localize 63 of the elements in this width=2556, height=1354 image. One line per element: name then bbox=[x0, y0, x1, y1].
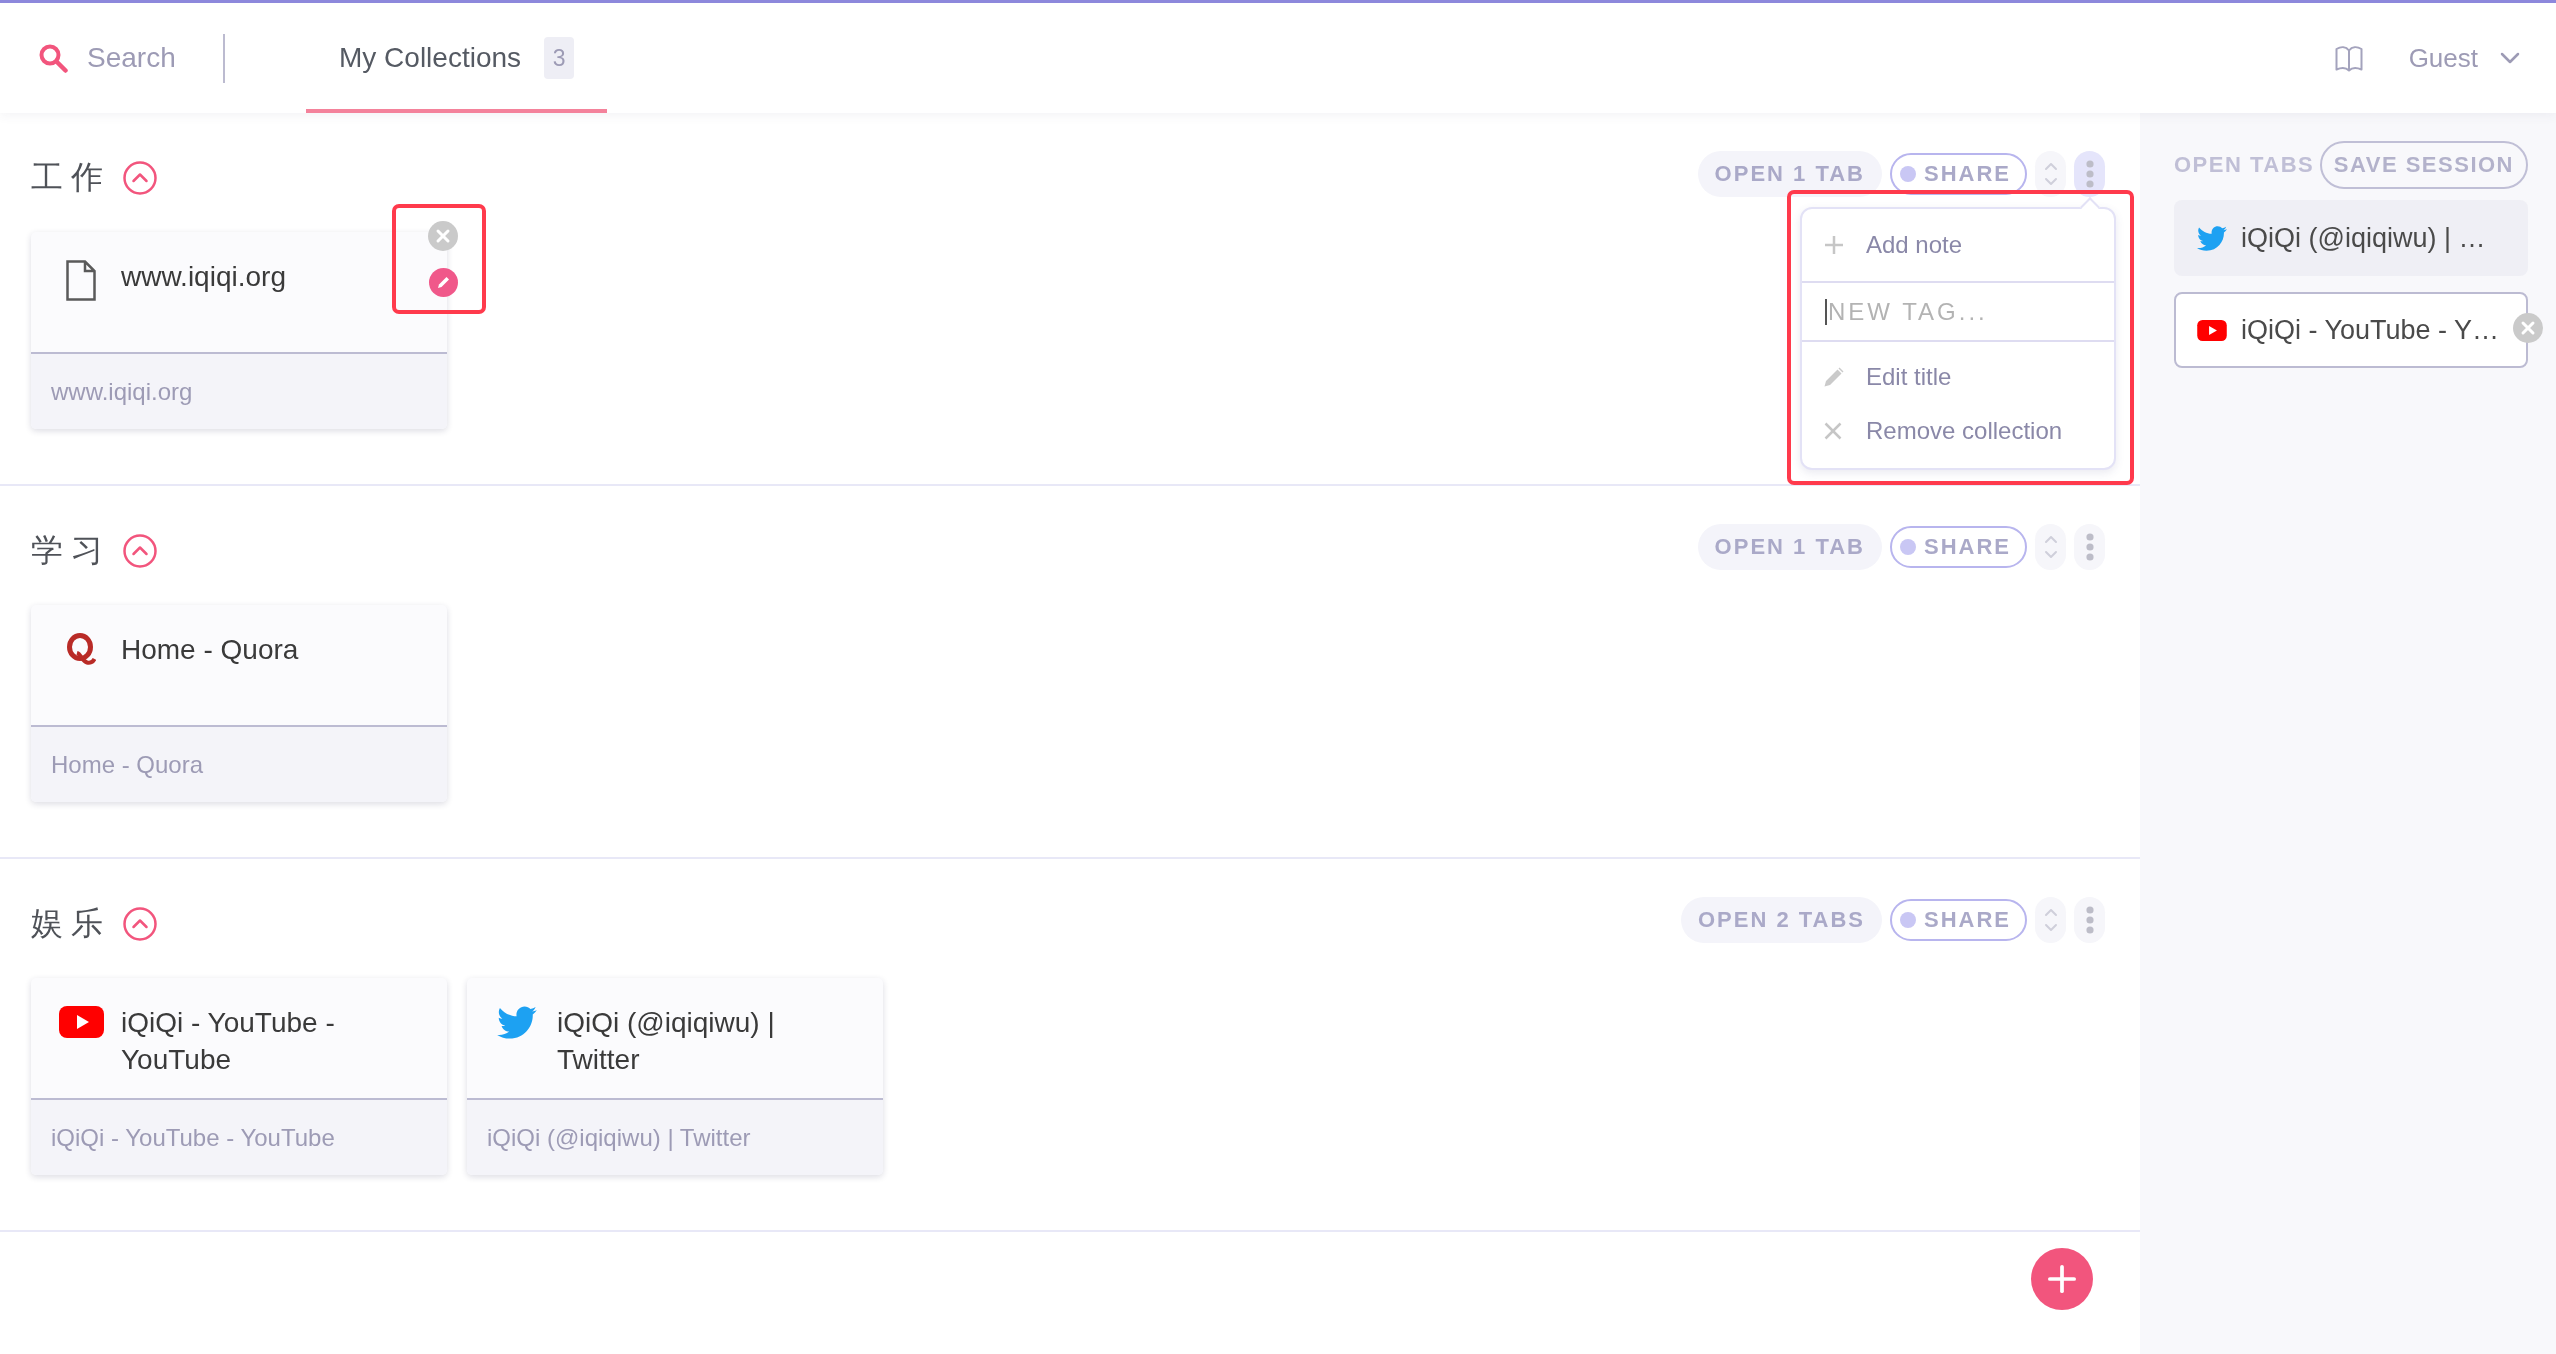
chevron-circle-icon[interactable] bbox=[123, 907, 157, 941]
bird-icon bbox=[497, 1006, 537, 1039]
dot-icon bbox=[1900, 166, 1916, 182]
share-button[interactable]: SHARE bbox=[1890, 153, 2027, 195]
sidebar-heading: OPEN TABS bbox=[2174, 152, 2315, 178]
document-icon bbox=[66, 260, 96, 301]
plus-icon bbox=[2048, 1265, 2076, 1293]
user-menu-button[interactable]: Guest bbox=[2408, 42, 2520, 74]
collection-title: 娱乐 bbox=[31, 904, 111, 943]
tab-card[interactable]: www.iqiqi.org www.iqiqi.org bbox=[31, 232, 447, 429]
tab-card[interactable]: iQiQi (@iqiqiwu) | Twitter iQiQi (@iqiqiwu) | Twitter bbox=[467, 978, 883, 1175]
more-vertical-icon bbox=[2085, 533, 2094, 561]
up-down-chevrons-icon bbox=[2043, 161, 2058, 187]
tab-card[interactable]: iQiQi - YouTube - YouTube iQiQi - YouTube - YouTube bbox=[31, 978, 447, 1175]
card-title: iQiQi - YouTube - YouTube bbox=[121, 1006, 336, 1077]
more-button[interactable] bbox=[2074, 151, 2105, 197]
dot-icon bbox=[1900, 912, 1916, 928]
play-button-icon bbox=[2197, 319, 2227, 341]
card-title: Home - Quora bbox=[121, 633, 299, 667]
save-session-button[interactable]: SAVE SESSION bbox=[2319, 141, 2528, 189]
card-subtitle: iQiQi - YouTube - YouTube bbox=[51, 1123, 335, 1152]
card-subtitle: iQiQi (@iqiqiwu) | Twitter bbox=[487, 1123, 751, 1152]
card-subtitle: Home - Quora bbox=[51, 750, 204, 779]
q-logo-icon bbox=[66, 633, 96, 666]
more-button[interactable] bbox=[2074, 524, 2105, 570]
chevron-down-icon bbox=[2500, 52, 2520, 64]
new-tag-field[interactable]: NEW TAG... bbox=[1802, 281, 2114, 342]
nav-tab[interactable]: My Collections 3 bbox=[306, 3, 608, 113]
menu-item[interactable]: Remove collection bbox=[1802, 404, 2114, 458]
open-tab-item[interactable]: iQiQi (@iqiqiwu) | … bbox=[2174, 200, 2528, 276]
collection-title: 学习 bbox=[31, 531, 111, 570]
pencil-icon bbox=[1824, 367, 1844, 387]
more-button[interactable] bbox=[2074, 897, 2105, 943]
play-button-icon bbox=[58, 1006, 104, 1038]
chevron-circle-icon[interactable] bbox=[123, 534, 157, 568]
up-down-chevrons-icon bbox=[2043, 534, 2058, 560]
collection-title: 工作 bbox=[31, 158, 111, 197]
card-title: iQiQi (@iqiqiwu) | Twitter bbox=[557, 1006, 776, 1077]
share-button[interactable]: SHARE bbox=[1890, 526, 2027, 568]
edit-icon[interactable] bbox=[429, 268, 458, 297]
more-vertical-icon bbox=[2085, 906, 2094, 934]
text-cursor bbox=[1825, 299, 1827, 325]
open-tabs-button[interactable]: OPEN 2 TABS bbox=[1680, 897, 1882, 943]
open-tab-item[interactable]: iQiQi - YouTube - Y… bbox=[2174, 292, 2528, 368]
bird-icon bbox=[2197, 225, 2227, 251]
tab-card[interactable]: Home - Quora Home - Quora bbox=[31, 605, 447, 802]
search-field[interactable]: Search bbox=[87, 42, 217, 74]
count-badge: 3 bbox=[544, 37, 575, 79]
share-button[interactable]: SHARE bbox=[1890, 899, 2027, 941]
dot-icon bbox=[1900, 539, 1916, 555]
plus-icon bbox=[1824, 235, 1844, 255]
card-title: www.iqiqi.org bbox=[121, 260, 286, 294]
x-icon bbox=[1824, 422, 1842, 440]
sort-button[interactable] bbox=[2035, 151, 2066, 197]
search-icon bbox=[38, 43, 68, 73]
open-tabs-button[interactable]: OPEN 1 TAB bbox=[1697, 524, 1882, 570]
card-subtitle: www.iqiqi.org bbox=[51, 377, 193, 406]
book-icon[interactable] bbox=[2334, 44, 2363, 72]
chevron-circle-icon[interactable] bbox=[123, 161, 157, 195]
more-vertical-icon bbox=[2085, 160, 2094, 188]
up-down-chevrons-icon bbox=[2043, 907, 2058, 933]
open-tabs-button[interactable]: OPEN 1 TAB bbox=[1697, 151, 1882, 197]
menu-item[interactable]: Edit title bbox=[1802, 350, 2114, 404]
